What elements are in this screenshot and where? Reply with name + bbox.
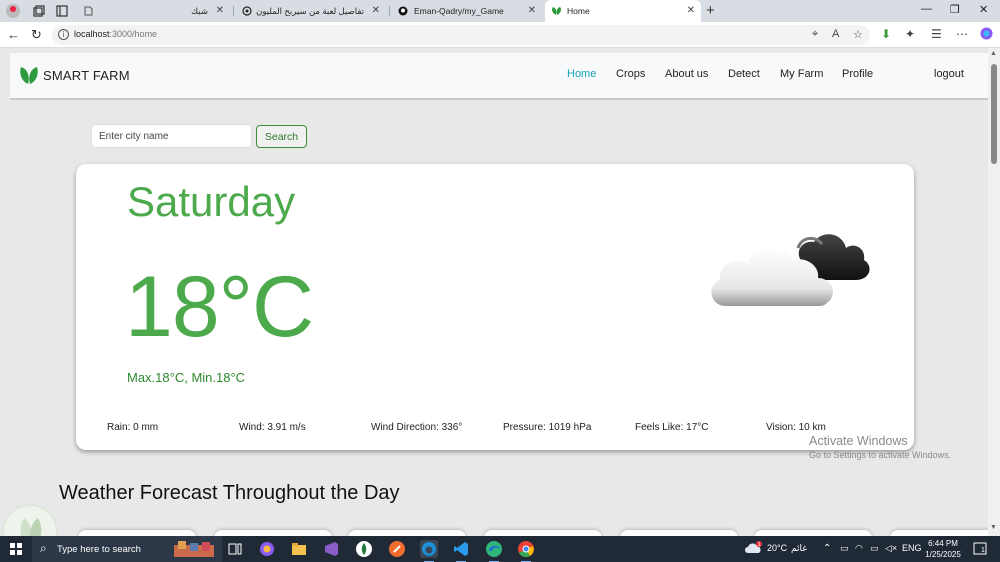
extensions-icon[interactable]: ✦	[905, 27, 915, 41]
site-info-icon[interactable]: i	[58, 29, 69, 40]
activate-windows-watermark: Activate Windows Go to Settings to activ…	[809, 434, 952, 460]
vscode-icon[interactable]	[452, 540, 470, 562]
close-tab-icon[interactable]: ✕	[372, 5, 380, 16]
forecast-heading: Weather Forecast Throughout the Day	[59, 482, 400, 504]
profile-avatar[interactable]	[6, 4, 20, 18]
tab-2[interactable]: تفاصيل لعبة من سيربح المليون ✕	[236, 0, 386, 22]
scrollbar-thumb[interactable]	[991, 64, 997, 164]
task-view-icon[interactable]	[226, 540, 244, 558]
close-tab-icon[interactable]: ✕	[528, 5, 536, 16]
tab-title: Eman-Qadry/my_Game	[414, 6, 504, 16]
chrome-icon[interactable]	[517, 540, 535, 562]
nav-about-us[interactable]: About us	[665, 68, 708, 80]
close-tab-icon[interactable]: ✕	[216, 5, 224, 16]
stat-rain: Rain: 0 mm	[107, 422, 159, 433]
nav-my-farm[interactable]: My Farm	[780, 68, 823, 80]
taskbar-search-placeholder: Type here to search	[57, 544, 141, 555]
url-text: localhost:3000/home	[74, 29, 158, 39]
tab-title: شبك	[191, 5, 208, 16]
address-bar: ← ↻ i localhost:3000/home ⌖ A ☆ ⬇ ✦ ☰ ⋯	[0, 22, 1000, 48]
tab-home-active[interactable]: Home ✕	[545, 0, 701, 22]
search-button[interactable]: Search	[256, 125, 307, 148]
leaf-badge-icon	[2, 504, 58, 536]
copilot-icon[interactable]	[980, 27, 993, 43]
app-navbar: SMART FARM Home Crops About us Detect My…	[10, 53, 988, 100]
stat-wind: Wind: 3.91 m/s	[239, 422, 306, 433]
taskbar-search[interactable]: ⌕ Type here to search	[32, 536, 222, 562]
weather-stats: Rain: 0 mm Wind: 3.91 m/s Wind Direction…	[76, 422, 914, 436]
weather-day: Saturday	[127, 178, 296, 225]
workspaces-icon[interactable]	[33, 4, 47, 18]
wifi-icon[interactable]: ◠	[855, 543, 863, 554]
search-icon: ⌕	[40, 541, 47, 555]
clock-date: 1/25/2025	[925, 550, 961, 559]
minimize-icon[interactable]: —	[921, 3, 932, 15]
weather-min-max: Max.18°C, Min.18°C	[127, 370, 246, 385]
tab-1[interactable]: شبك ✕	[78, 0, 230, 22]
page-scrollbar[interactable]: ▲ ▼	[988, 48, 1000, 536]
clock-time: 6:44 PM	[928, 539, 958, 548]
device-icon[interactable]: ▭	[840, 543, 849, 554]
nav-crops[interactable]: Crops	[616, 68, 645, 80]
new-tab-button[interactable]: +	[706, 2, 715, 19]
copilot-app-icon[interactable]	[258, 540, 276, 558]
volume-icon[interactable]: ◁×	[885, 543, 897, 554]
notification-count: 1	[981, 547, 985, 554]
weather-card: Saturday 18°C Max.18°C, Min.18°C Rain: 0	[76, 164, 914, 450]
tab-3[interactable]: Eman-Qadry/my_Game ✕	[392, 0, 542, 22]
read-aloud-icon[interactable]: A	[832, 28, 839, 40]
stat-vision: Vision: 10 km	[766, 422, 826, 433]
close-tab-icon[interactable]: ✕	[687, 5, 695, 16]
taskbar: ⌕ Type here to search 1 20°C غائم ⌃ ▭ ◠ …	[0, 536, 1000, 562]
stat-feels-like: Feels Like: 17°C	[635, 422, 709, 433]
vertical-tabs-icon[interactable]	[56, 4, 70, 18]
browser-tab-strip: شبك ✕ تفاصيل لعبة من سيربح المليون ✕ Ema…	[0, 0, 1000, 22]
edge-icon[interactable]	[485, 540, 503, 562]
page-content: SMART FARM Home Crops About us Detect My…	[0, 48, 988, 536]
chevron-up-icon[interactable]: ⌃	[823, 543, 831, 554]
nav-detect[interactable]: Detect	[728, 68, 760, 80]
weather-cloud-icon[interactable]: 1	[744, 541, 764, 557]
clock[interactable]: 6:44 PM 1/25/2025	[918, 538, 968, 560]
search-highlight-icon	[172, 539, 216, 562]
stat-pressure: Pressure: 1019 hPa	[503, 422, 592, 433]
city-search-input[interactable]	[91, 124, 252, 148]
notification-icon[interactable]: 1	[973, 542, 987, 558]
taskbar-weather-desc: غائم	[791, 543, 807, 553]
visual-studio-icon[interactable]	[322, 540, 340, 558]
cloud-partly-dark-icon	[706, 218, 876, 323]
leaf-icon	[551, 6, 561, 16]
logout-link[interactable]: logout	[934, 68, 964, 80]
postman-icon[interactable]	[388, 540, 406, 558]
stat-wind-direction: Wind Direction: 336°	[371, 422, 463, 433]
refresh-icon[interactable]: ↻	[31, 27, 42, 43]
scroll-down-icon[interactable]: ▼	[990, 524, 997, 531]
github-icon	[398, 6, 408, 16]
nav-links: Home Crops About us Detect My Farm Profi…	[10, 68, 988, 84]
mongodb-compass-icon[interactable]	[355, 540, 373, 558]
favorites-icon[interactable]: ☰	[931, 27, 942, 41]
svg-text:1: 1	[758, 542, 761, 548]
download-icon[interactable]: ⬇	[881, 27, 891, 41]
scroll-up-icon[interactable]: ▲	[990, 50, 997, 57]
restore-icon[interactable]: ❐	[950, 3, 960, 16]
back-icon[interactable]: ←	[7, 27, 20, 42]
chatgpt-icon	[242, 6, 252, 16]
battery-icon[interactable]: ▭	[870, 543, 879, 554]
url-field[interactable]: i localhost:3000/home ⌖ A ☆	[52, 25, 870, 45]
tab-title: تفاصيل لعبة من سيربح المليون	[256, 5, 364, 16]
weather-temperature: 18°C	[125, 259, 314, 355]
tab-title: Home	[567, 6, 590, 16]
edge-dev-icon[interactable]	[420, 540, 438, 562]
page-icon	[84, 6, 94, 16]
file-explorer-icon[interactable]	[290, 540, 308, 558]
nav-home[interactable]: Home	[567, 68, 596, 80]
windows-start-icon[interactable]	[10, 543, 22, 555]
favorite-star-icon[interactable]: ☆	[853, 28, 863, 41]
close-window-icon[interactable]: ✕	[979, 3, 988, 16]
taskbar-weather[interactable]: 20°C	[767, 543, 787, 553]
more-icon[interactable]: ⋯	[956, 27, 968, 41]
nav-profile[interactable]: Profile	[842, 68, 873, 80]
location-icon[interactable]: ⌖	[812, 28, 818, 41]
